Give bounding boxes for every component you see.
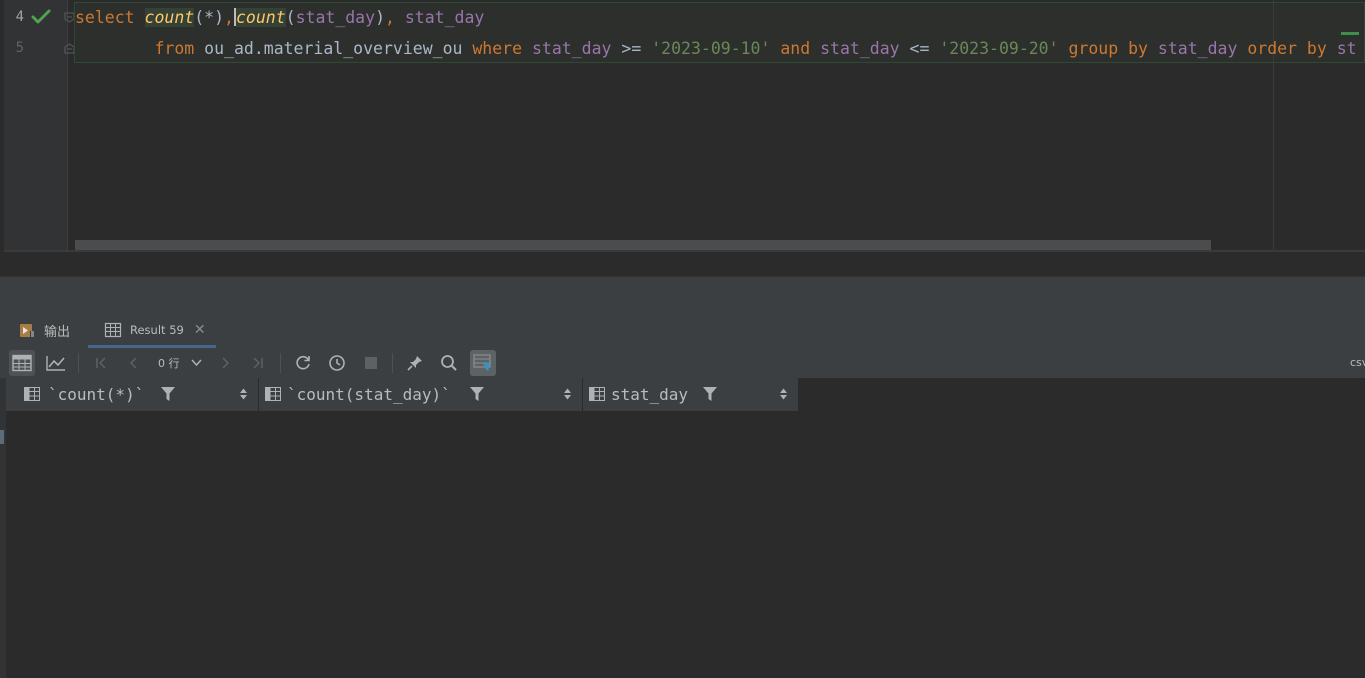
filter-icon[interactable] (161, 387, 175, 402)
filter-icon[interactable] (703, 387, 717, 402)
close-icon[interactable]: ✕ (194, 322, 206, 338)
keyword-where: where (472, 39, 532, 58)
search-icon (441, 355, 457, 371)
line-number: 5 (15, 40, 24, 56)
sort-icon[interactable] (564, 388, 571, 400)
grid-icon (12, 354, 32, 372)
column-ref: stat_day (295, 8, 376, 27)
code-comma: , (385, 8, 405, 27)
last-page-icon (253, 357, 263, 369)
operator: <= (899, 39, 940, 58)
refresh-icon (296, 355, 310, 370)
tab-label: 输出 (44, 324, 71, 340)
chevron-down-icon[interactable] (191, 357, 202, 368)
chevron-right-icon (222, 357, 230, 369)
line-number: 4 (15, 9, 24, 25)
export-format-label[interactable]: csv (1350, 356, 1365, 369)
stop-button[interactable] (358, 350, 384, 376)
column-icon (589, 387, 605, 401)
column-header-label: `count(stat_day)` (287, 385, 451, 404)
grid-row-gutter (0, 378, 6, 678)
last-page-button[interactable] (245, 350, 271, 376)
column-header-label: stat_day (611, 385, 689, 404)
sort-icon[interactable] (240, 388, 247, 400)
chart-view-button[interactable] (43, 350, 69, 376)
result-toolbar: 0 行 cs (0, 348, 1365, 378)
code-comma: , (224, 8, 234, 27)
error-stripe-mark[interactable] (1341, 32, 1359, 35)
code-token: ( (285, 8, 296, 27)
sql-editor[interactable]: 4 5 select count(*), count(stat_day), sta… (0, 0, 1365, 252)
editor-gutter: 4 5 (4, 0, 75, 252)
code-line-5[interactable]: from ou_ad.material_overview_ou where st… (75, 38, 1357, 60)
first-page-button[interactable] (88, 350, 114, 376)
column-ref: stat_day (1157, 39, 1238, 58)
line-chart-icon (46, 356, 65, 371)
grid-header: `count(*)` `count(stat_day)` stat_day (6, 378, 799, 411)
code-token: (*) (194, 8, 225, 27)
search-button[interactable] (436, 350, 462, 376)
clock-icon (329, 355, 345, 371)
column-header[interactable]: `count(stat_day)` (259, 378, 583, 411)
column-ref: stat_day (531, 39, 612, 58)
tab-result[interactable]: Result 59 ✕ (88, 312, 216, 348)
column-ref: st (1336, 39, 1357, 58)
chevron-left-icon (129, 357, 137, 369)
keyword-and: and (770, 39, 821, 58)
left-edge-marker (0, 430, 4, 444)
function-count: count (235, 8, 286, 27)
tab-label: Result 59 (130, 323, 184, 337)
reload-button[interactable] (290, 350, 316, 376)
keyword-order-by: order by (1237, 39, 1337, 58)
toolbar-separator (280, 353, 281, 373)
execution-success-icon (31, 9, 51, 24)
services-tab-bar: 输出 Result 59 ✕ (0, 312, 1365, 349)
horizontal-scrollbar-thumb[interactable] (75, 240, 1211, 250)
filter-grid-icon (473, 354, 492, 371)
result-grid[interactable]: `count(*)` `count(stat_day)` stat_day (0, 378, 1365, 678)
history-button[interactable] (324, 350, 350, 376)
column-ref: stat_day (820, 39, 900, 58)
string-literal: '2023-09-20' (939, 39, 1059, 58)
table-icon (104, 322, 122, 338)
filter-toggle-button[interactable] (470, 350, 496, 376)
stop-icon (365, 357, 377, 369)
column-header-label: `count(*)` (48, 385, 145, 404)
code-line-4[interactable]: select count(*), count(stat_day), stat_da… (75, 7, 484, 29)
column-header[interactable]: `count(*)` (6, 378, 259, 411)
tab-output[interactable]: 输出 (18, 312, 70, 348)
column-icon (265, 387, 281, 401)
table-ref: ou_ad.material_overview_ou (204, 39, 473, 58)
output-icon (20, 324, 35, 337)
code-token: ) (375, 8, 385, 27)
pin-tab-button[interactable] (402, 350, 428, 376)
function-count: count (144, 8, 195, 27)
panel-splitter[interactable] (0, 252, 1365, 312)
splitter-divider (0, 276, 1365, 277)
keyword-from: from (154, 39, 205, 58)
keyword-select: select (75, 8, 145, 27)
column-header[interactable]: stat_day (583, 378, 799, 411)
sort-icon[interactable] (780, 388, 787, 400)
operator: >= (611, 39, 652, 58)
toolbar-separator (392, 353, 393, 373)
first-page-icon (96, 357, 106, 369)
column-icon (24, 387, 40, 401)
pin-icon (407, 356, 422, 371)
next-page-button[interactable] (212, 350, 238, 376)
toolbar-separator (78, 353, 79, 373)
column-ref: stat_day (404, 8, 485, 27)
filter-icon[interactable] (470, 387, 484, 402)
row-count-label[interactable]: 0 行 (158, 355, 180, 371)
string-literal: '2023-09-10' (651, 39, 771, 58)
editor-bottom-band (0, 252, 1365, 276)
keyword-group-by: group by (1058, 39, 1158, 58)
prev-page-button[interactable] (121, 350, 147, 376)
table-view-button[interactable] (9, 350, 35, 376)
